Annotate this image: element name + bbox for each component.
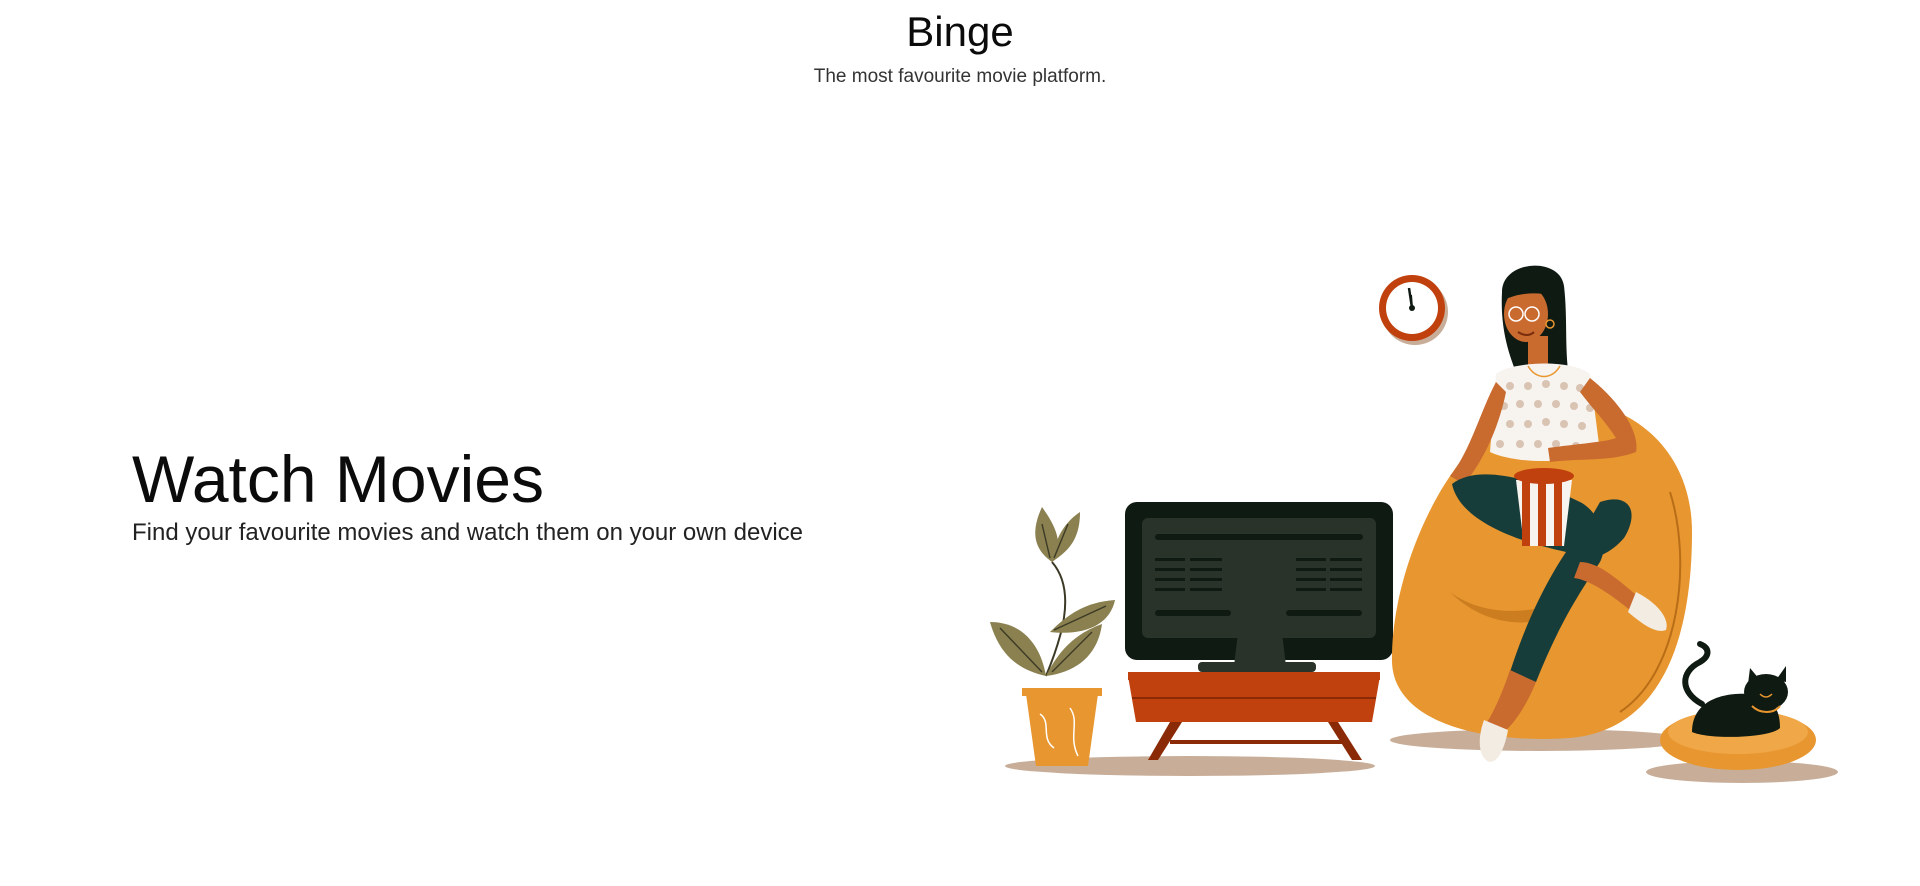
tv-stand-icon <box>1128 672 1380 760</box>
site-header: Binge The most favourite movie platform. <box>0 0 1920 90</box>
hero-illustration <box>990 265 1838 783</box>
hero-subheading: Find your favourite movies and watch the… <box>132 519 804 546</box>
hero-section: Watch Movies Find your favourite movies … <box>132 440 803 548</box>
page: Binge The most favourite movie platform.… <box>0 0 1920 886</box>
clock-icon <box>1379 275 1448 345</box>
hero-heading: Watch Movies <box>132 442 544 516</box>
television-icon <box>1125 502 1393 672</box>
brand-title: Binge <box>906 8 1014 55</box>
brand-tagline: The most favourite movie platform. <box>813 66 1107 87</box>
cat-icon <box>1660 641 1816 770</box>
potted-plant-icon <box>990 507 1115 766</box>
